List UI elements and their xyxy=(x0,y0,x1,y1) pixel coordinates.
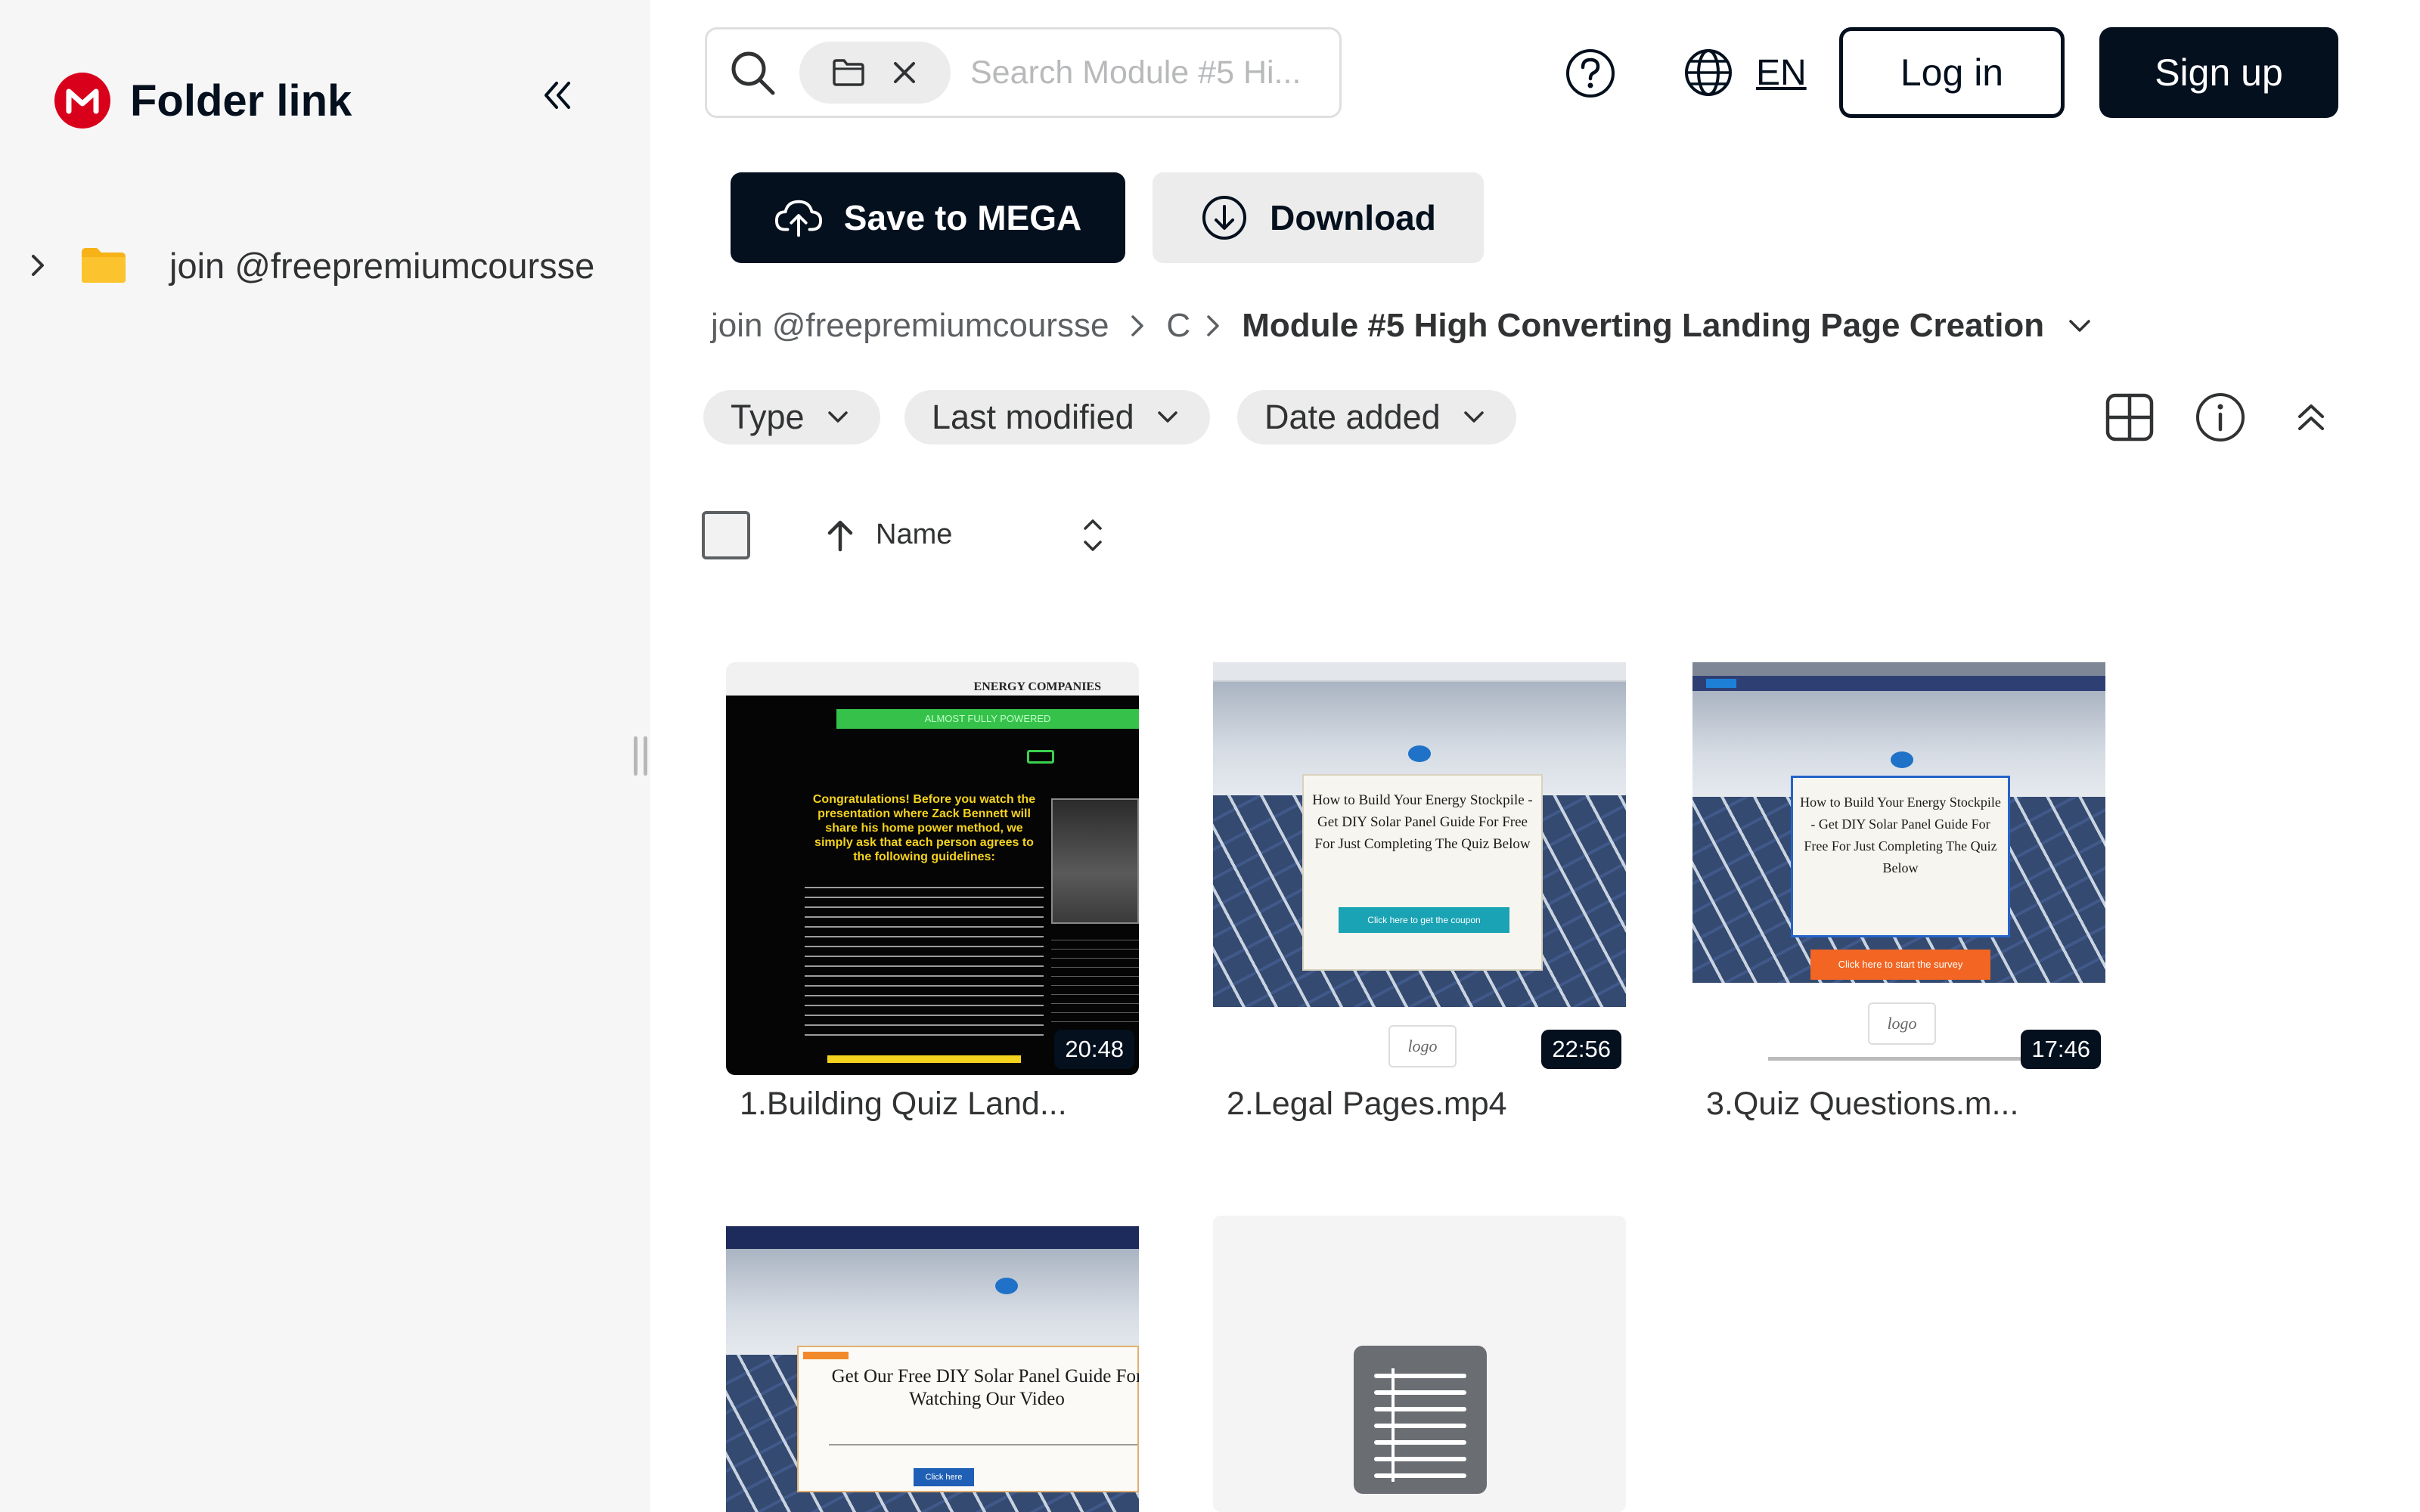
thumb-text: Click here to start the survey xyxy=(1810,950,1990,980)
mega-logo-icon[interactable] xyxy=(54,73,110,129)
cloud-upload-icon xyxy=(774,194,823,242)
video-thumbnail: Get Our Free DIY Solar Panel Guide For W… xyxy=(726,1216,1139,1512)
folder-outline-icon xyxy=(833,59,864,86)
breadcrumb-item-c[interactable]: C xyxy=(1166,307,1190,345)
select-all-checkbox[interactable] xyxy=(702,511,750,559)
breadcrumb-item-root[interactable]: join @freepremiumcoursse xyxy=(711,307,1109,345)
chevron-down-icon xyxy=(823,402,853,432)
file-thumbnail xyxy=(1213,1216,1626,1512)
thumb-text: logo xyxy=(1388,1025,1457,1067)
filter-type[interactable]: Type xyxy=(703,390,880,445)
grid-view-button[interactable] xyxy=(2099,387,2160,448)
double-chevron-left-icon xyxy=(544,82,570,109)
brand-title: Folder link xyxy=(130,76,352,125)
chevron-right-icon[interactable] xyxy=(23,250,53,280)
double-chevron-up-icon xyxy=(2298,404,2324,430)
search-scope-chip[interactable] xyxy=(799,42,951,104)
duration-badge: 22:56 xyxy=(1541,1030,1621,1069)
file-name: 2.Legal Pages.mp4 xyxy=(1227,1086,1507,1122)
duration-badge: 20:48 xyxy=(1054,1030,1134,1069)
login-button[interactable]: Log in xyxy=(1839,27,2065,118)
file-tile[interactable]: How to Build Your Energy Stockpile - Get… xyxy=(1692,662,2105,1123)
download-button[interactable]: Download xyxy=(1153,172,1484,263)
folder-icon xyxy=(80,246,127,284)
file-tile[interactable]: How to Build Your Energy Stockpile - Get… xyxy=(1213,662,1626,1123)
video-thumbnail: How to Build Your Energy Stockpile - Get… xyxy=(1692,662,2105,1075)
sort-toggle-icon[interactable] xyxy=(1074,514,1112,556)
filter-label: Last modified xyxy=(932,398,1134,436)
thumb-text: Congratulations! Before you watch the pr… xyxy=(812,793,1036,863)
filter-last-modified[interactable]: Last modified xyxy=(904,390,1210,445)
grid-view-icon xyxy=(2105,393,2154,442)
help-button[interactable] xyxy=(1564,47,1617,100)
language-selector[interactable]: EN xyxy=(1683,45,1807,100)
video-thumbnail: ENERGY COMPANIES ALMOST FULLY POWERED Co… xyxy=(726,662,1139,1075)
video-thumbnail: How to Build Your Energy Stockpile - Get… xyxy=(1213,662,1626,1075)
globe-icon xyxy=(1685,49,1732,96)
download-icon xyxy=(1200,194,1249,242)
arrow-up-icon[interactable] xyxy=(821,514,859,556)
thumb-text: Click here to get the coupon xyxy=(1339,907,1509,933)
thumb-text: ALMOST FULLY POWERED xyxy=(836,709,1139,729)
document-icon xyxy=(1354,1346,1487,1494)
save-to-mega-button[interactable]: Save to MEGA xyxy=(731,172,1125,263)
brand: Folder link xyxy=(54,73,352,129)
thumb-text: ENERGY COMPANIES xyxy=(973,680,1101,693)
breadcrumb-current: Module #5 High Converting Landing Page C… xyxy=(1242,307,2045,344)
filter-label: Date added xyxy=(1264,398,1441,436)
thumb-text: How to Build Your Energy Stockpile - Get… xyxy=(1312,792,1533,852)
collapse-sidebar-button[interactable] xyxy=(534,73,579,118)
thumb-text: Get Our Free DIY Solar Panel Guide For W… xyxy=(831,1366,1139,1409)
save-label: Save to MEGA xyxy=(843,198,1082,237)
file-tile[interactable]: ENERGY COMPANIES ALMOST FULLY POWERED Co… xyxy=(726,662,1139,1123)
search-icon xyxy=(728,48,777,97)
thumb-text: How to Build Your Energy Stockpile - Get… xyxy=(1800,795,2001,875)
chevron-down-icon xyxy=(1459,402,1489,432)
filter-date-added[interactable]: Date added xyxy=(1237,390,1516,445)
download-label: Download xyxy=(1270,198,1436,237)
breadcrumb: join @freepremiumcoursse C Module #5 Hig… xyxy=(711,299,2099,352)
sort-by-name[interactable]: Name xyxy=(876,519,952,551)
help-icon xyxy=(1566,49,1615,98)
search-input[interactable] xyxy=(970,54,1326,91)
filter-label: Type xyxy=(731,398,805,436)
search-bar[interactable] xyxy=(705,27,1342,118)
duration-badge: 17:46 xyxy=(2021,1030,2101,1069)
chevron-right-icon xyxy=(1122,311,1153,341)
sidebar: Folder link join @freepremiumcoursse xyxy=(0,0,650,1512)
sidebar-resize-handle[interactable] xyxy=(634,736,647,776)
collapse-header-button[interactable] xyxy=(2281,387,2341,448)
thumb-text: Click here xyxy=(914,1468,974,1486)
chevron-down-icon[interactable] xyxy=(2061,307,2099,345)
file-tile[interactable]: Get Our Free DIY Solar Panel Guide For W… xyxy=(726,1216,1139,1512)
chevron-down-icon xyxy=(1153,402,1183,432)
close-icon xyxy=(894,62,915,83)
chevron-right-icon xyxy=(1198,311,1228,341)
language-label[interactable]: EN xyxy=(1756,52,1807,94)
file-name: 3.Quiz Questions.m... xyxy=(1706,1086,2019,1122)
sidebar-item-label: join @freepremiumcoursse xyxy=(169,245,595,286)
info-icon xyxy=(2196,393,2245,442)
file-name: 1.Building Quiz Land... xyxy=(740,1086,1067,1122)
info-button[interactable] xyxy=(2190,387,2251,448)
signup-button[interactable]: Sign up xyxy=(2099,27,2338,118)
thumb-text: logo xyxy=(1868,1002,1936,1045)
sidebar-item-root-folder[interactable]: join @freepremiumcoursse xyxy=(23,239,594,292)
file-tile[interactable] xyxy=(1213,1216,1626,1512)
